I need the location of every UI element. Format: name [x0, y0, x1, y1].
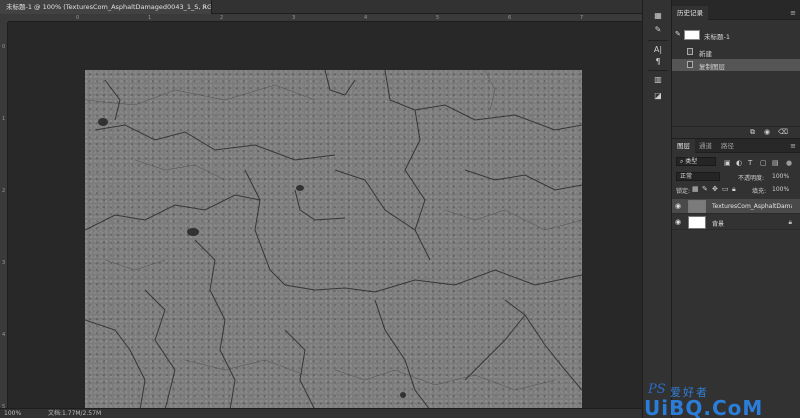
history-snapshot[interactable]: ✎ 未标题-1	[672, 28, 800, 42]
panel-menu-icon[interactable]: ≡	[790, 139, 796, 153]
ruler-top[interactable]: 012345678	[8, 14, 655, 22]
document-title: 未标题-1 @ 100% (TexturesCom_AsphaltDamaged…	[6, 3, 212, 11]
blend-row: 正常 不透明度: 100%	[672, 172, 800, 184]
panel-menu-icon[interactable]: ≡	[790, 6, 796, 20]
history-panel-tabs: 历史记录 ≡	[672, 6, 800, 20]
tab-channels[interactable]: 通道	[694, 139, 717, 153]
fill-label: 填充:	[752, 188, 767, 195]
adjustments-panel-icon[interactable]: ◪	[651, 90, 665, 102]
zoom-level[interactable]: 100%	[4, 409, 21, 418]
snapshot-thumbnail	[684, 30, 700, 40]
history-item[interactable]: 新建	[672, 46, 800, 58]
layer-name[interactable]: 背景	[712, 219, 792, 228]
history-brush-icon[interactable]: ✎	[675, 30, 681, 38]
tab-paths[interactable]: 路径	[716, 139, 739, 153]
layers-panel: 图层 通道 路径 ≡ ⌕ 类型 ▣ ◐ T ▢ ▤ ● 正常 不透明度: 100…	[672, 138, 800, 418]
lock-artboard-icon[interactable]: ▭	[722, 185, 729, 193]
paragraph-panel-icon[interactable]: ¶	[651, 56, 665, 68]
snapshot-label: 未标题-1	[704, 33, 730, 41]
ruler-tick-label: 0	[76, 15, 80, 21]
pixel-filter-icon[interactable]: ▣	[724, 159, 731, 167]
document-icon	[687, 48, 693, 55]
site-watermark: PS 爱好者 UiBQ.CoM	[640, 382, 800, 418]
ruler-tick-label: 4	[2, 332, 6, 338]
document-icon	[687, 61, 693, 68]
ruler-tick-label: 6	[508, 15, 512, 21]
lock-row: 锁定: ▦ ✎ ✥ ▭ 🔒︎ 填充: 100%	[672, 185, 800, 197]
ruler-tick-label: 1	[148, 15, 152, 21]
ruler-tick-label: 3	[2, 260, 6, 266]
history-item-label: 新建	[699, 50, 712, 58]
trash-icon[interactable]: ⌫	[778, 128, 788, 136]
workspace[interactable]	[9, 23, 642, 410]
lock-label: 锁定:	[676, 188, 691, 195]
document-canvas[interactable]	[85, 70, 582, 410]
ruler-tick-label: 3	[292, 15, 296, 21]
eye-icon[interactable]: ◉	[675, 218, 681, 226]
camera-icon[interactable]: ◉	[764, 128, 770, 136]
smart-object-filter-icon[interactable]: ▤	[772, 159, 779, 167]
eye-icon[interactable]: ◉	[675, 202, 681, 210]
type-filter-icon[interactable]: T	[748, 159, 752, 167]
character-panel-icon[interactable]: A|	[651, 44, 665, 56]
ruler-left[interactable]: 012345	[0, 22, 8, 410]
filter-toggle-icon[interactable]: ●	[786, 159, 792, 167]
layer-thumbnail	[688, 216, 706, 229]
lock-all-icon[interactable]: 🔒︎	[732, 185, 736, 194]
watermark-ps: PS	[648, 382, 666, 397]
filter-kind-select[interactable]: ⌕ 类型	[676, 157, 716, 166]
opacity-label: 不透明度:	[738, 175, 765, 182]
history-item-label: 复制图层	[699, 63, 725, 71]
layer-filter-row: ⌕ 类型 ▣ ◐ T ▢ ▤ ●	[672, 157, 800, 169]
adjustment-filter-icon[interactable]: ◐	[736, 159, 742, 167]
history-panel-icon[interactable]: ▦	[651, 10, 665, 22]
divider	[648, 40, 668, 41]
history-panel: 历史记录 ≡ ✎ 未标题-1 新建 复制图层 ⧉ ◉ ⌫	[672, 6, 800, 138]
lock-icon: 🔒︎	[788, 218, 792, 226]
lock-transparency-icon[interactable]: ▦	[692, 185, 699, 193]
ruler-tick-label: 7	[580, 15, 584, 21]
shape-filter-icon[interactable]: ▢	[760, 159, 767, 167]
tab-bar	[212, 0, 642, 14]
layer-name[interactable]: TexturesCom_AsphaltDama...	[712, 203, 792, 210]
new-document-from-state-icon[interactable]: ⧉	[750, 128, 755, 137]
divider	[648, 70, 668, 71]
layer-item[interactable]: ◉ 背景 🔒︎	[672, 215, 800, 230]
panel-icon-strip: ▦ ✎ A| ¶ ▥ ◪	[642, 0, 672, 418]
swatches-panel-icon[interactable]: ▥	[651, 74, 665, 86]
layer-item[interactable]: ◉ TexturesCom_AsphaltDama...	[672, 199, 800, 214]
ruler-tick-label: 1	[2, 116, 6, 122]
ruler-tick-label: 2	[220, 15, 224, 21]
ruler-tick-label: 4	[364, 15, 368, 21]
fill-value[interactable]: 100%	[772, 186, 789, 193]
brush-icon[interactable]: ✎	[651, 24, 665, 36]
history-item[interactable]: 复制图层	[672, 59, 800, 71]
document-info[interactable]: 文档:1.77M/2.57M	[48, 409, 101, 418]
document-tab[interactable]: 未标题-1 @ 100% (TexturesCom_AsphaltDamaged…	[0, 0, 212, 14]
tab-history[interactable]: 历史记录	[672, 6, 708, 20]
layer-thumbnail	[688, 200, 706, 213]
filter-kind-value: 类型	[685, 158, 698, 165]
tab-layers[interactable]: 图层	[672, 139, 695, 153]
status-bar: 100% 文档:1.77M/2.57M	[0, 408, 642, 418]
history-footer: ⧉ ◉ ⌫	[672, 126, 800, 138]
ruler-tick-label: 0	[2, 44, 6, 50]
layers-panel-tabs: 图层 通道 路径 ≡	[672, 139, 800, 153]
blend-mode-select[interactable]: 正常	[676, 172, 720, 181]
asphalt-cracks	[85, 70, 582, 410]
lock-pixels-icon[interactable]: ✎	[702, 185, 708, 193]
ruler-tick-label: 5	[436, 15, 440, 21]
ruler-tick-label: 2	[2, 188, 6, 194]
watermark-site: UiBQ.CoM	[644, 396, 764, 418]
close-icon[interactable]: ×	[202, 0, 207, 14]
opacity-value[interactable]: 100%	[772, 173, 789, 180]
lock-position-icon[interactable]: ✥	[712, 185, 718, 193]
ruler-corner[interactable]	[0, 14, 8, 22]
